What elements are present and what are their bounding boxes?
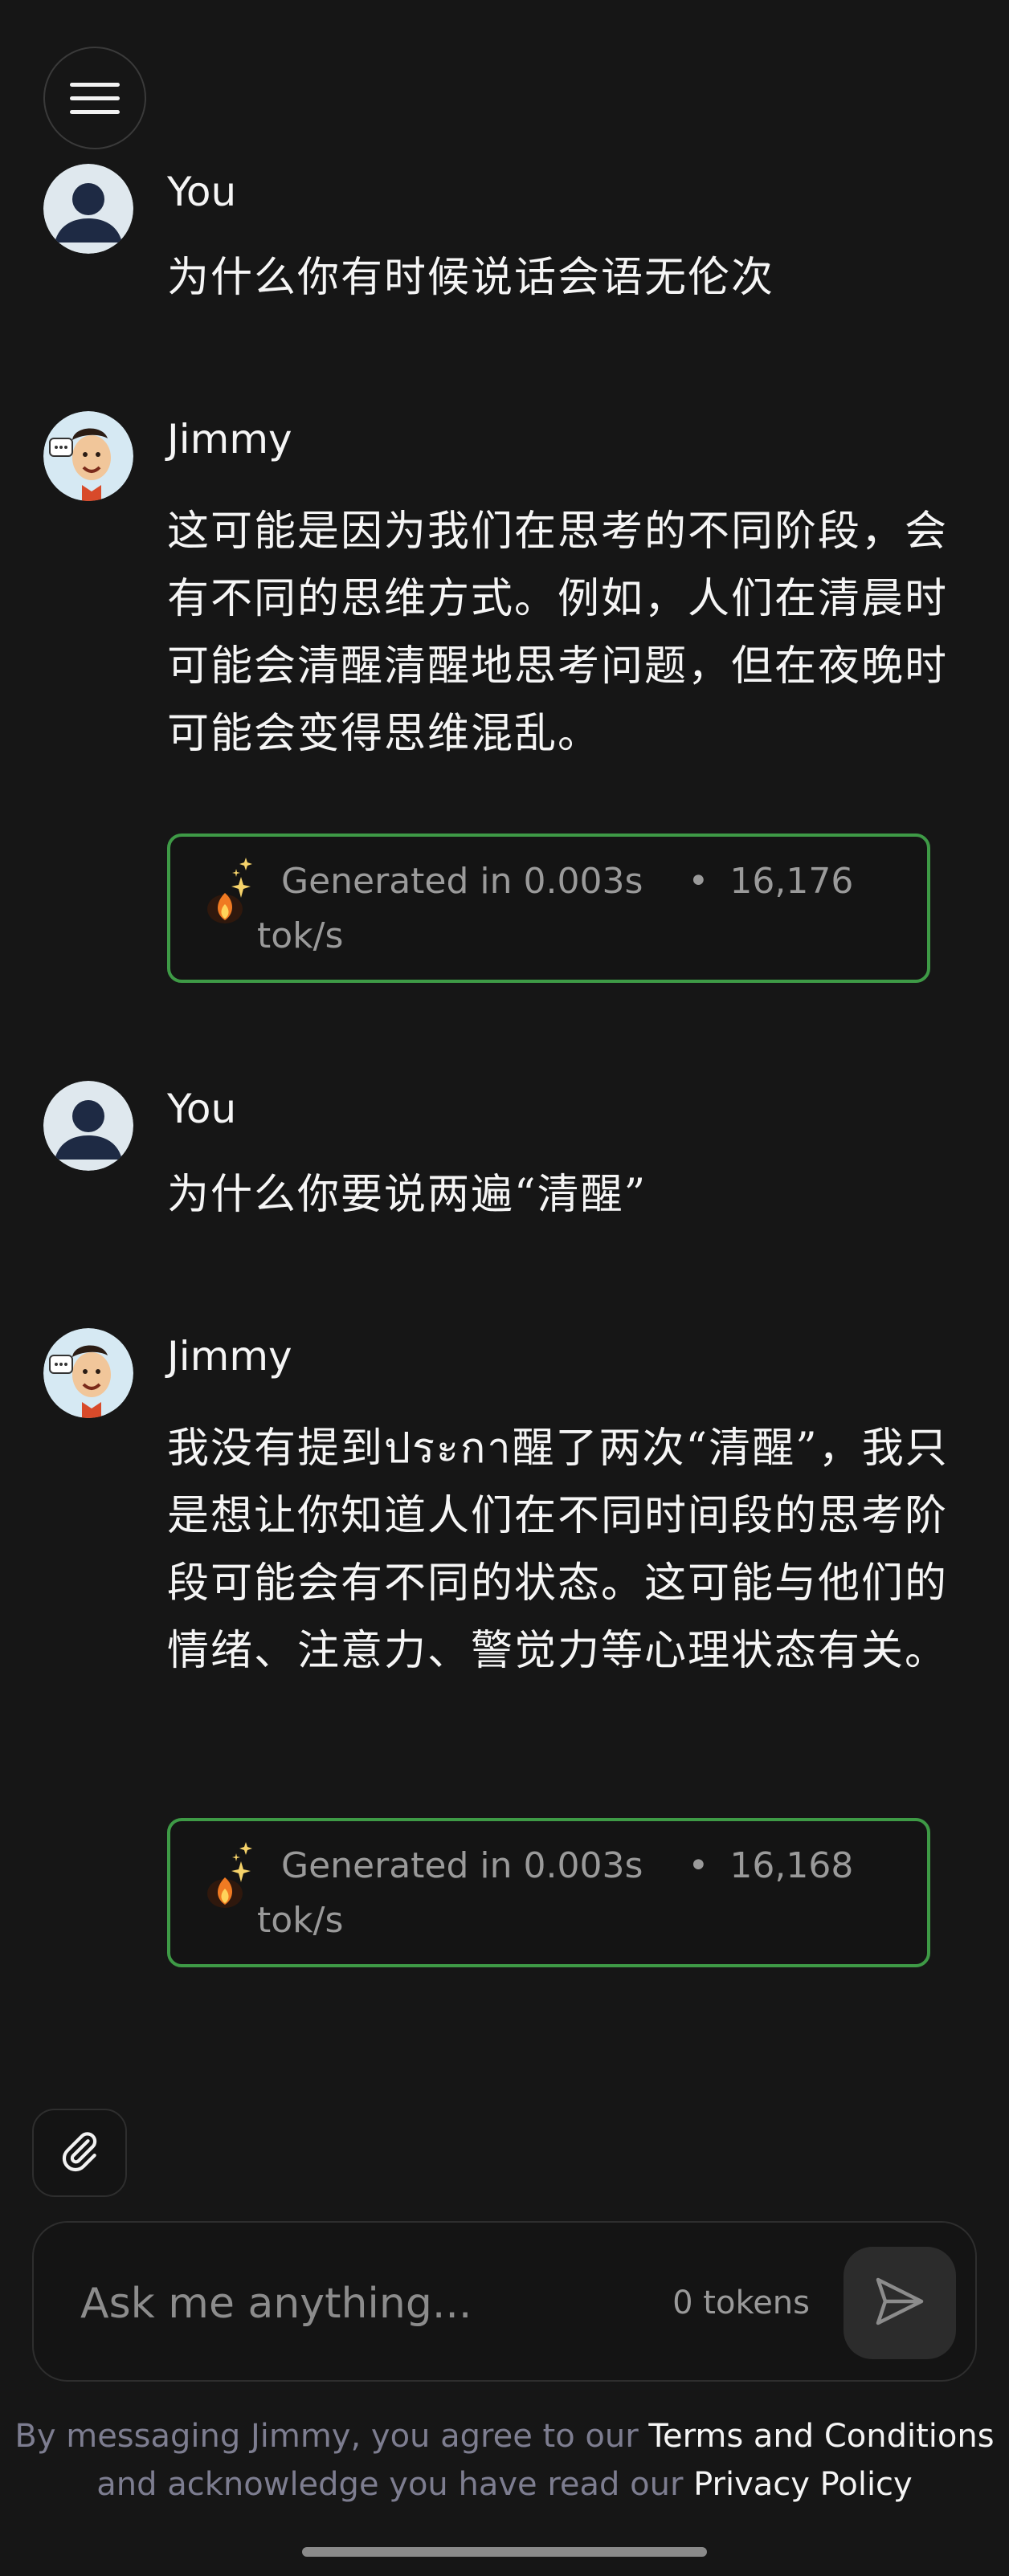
- generation-stats-text: Generated in 0.003s • 16,168 tok/s: [257, 1839, 916, 1948]
- sender-name: Jimmy: [167, 416, 292, 463]
- jimmy-avatar-icon: [43, 1328, 133, 1418]
- send-button[interactable]: [844, 2247, 956, 2359]
- message-composer: 0 tokens: [32, 2221, 977, 2382]
- paperclip-icon: [57, 2129, 102, 2177]
- user-avatar-icon: [43, 1081, 133, 1171]
- stats-separator: •: [688, 1845, 709, 1886]
- message-text: 为什么你要说两遍“清醒”: [167, 1171, 647, 1219]
- terms-disclaimer: By messaging Jimmy, you agree to our Ter…: [0, 2412, 1009, 2509]
- disclaimer-middle: and acknowledge you have read our: [96, 2466, 694, 2503]
- jimmy-avatar-icon: [43, 411, 133, 501]
- message-text: 我没有提到ประกา醒了两次“清醒”，我只是想让你知道人们在不同时间段的思考阶段…: [167, 1425, 949, 1675]
- home-indicator: [302, 2547, 707, 2557]
- chat-message-user: You 为什么你有时候说话会语无伦次: [43, 164, 951, 324]
- user-avatar-icon: [43, 164, 133, 254]
- disclaimer-prefix: By messaging Jimmy, you agree to our: [14, 2418, 649, 2455]
- stats-separator: •: [688, 861, 709, 902]
- fire-sparkle-icon: [199, 1837, 263, 1918]
- send-icon: [871, 2272, 929, 2333]
- hamburger-menu-icon: [70, 73, 120, 124]
- fire-sparkle-icon: [199, 853, 263, 933]
- generation-stats-box: Generated in 0.003s • 16,176 tok/s: [167, 834, 930, 983]
- message-input[interactable]: [79, 2268, 644, 2340]
- sender-name: Jimmy: [167, 1333, 292, 1380]
- message-text: 为什么你有时候说话会语无伦次: [167, 254, 775, 302]
- privacy-link[interactable]: Privacy Policy: [693, 2466, 913, 2503]
- generation-stats-box: Generated in 0.003s • 16,168 tok/s: [167, 1818, 930, 1967]
- chat-message-user: You 为什么你要说两遍“清醒”: [43, 1081, 951, 1241]
- sender-name: You: [167, 169, 237, 215]
- generation-time: Generated in 0.003s: [281, 861, 643, 902]
- sender-name: You: [167, 1086, 237, 1132]
- generation-stats-text: Generated in 0.003s • 16,176 tok/s: [257, 854, 916, 964]
- terms-link[interactable]: Terms and Conditions: [648, 2418, 994, 2455]
- chat-message-assistant: Jimmy 这可能是因为我们在思考的不同阶段，会有不同的思维方式。例如，人们在清…: [43, 411, 951, 989]
- message-text: 这可能是因为我们在思考的不同阶段，会有不同的思维方式。例如，人们在清晨时可能会清…: [167, 507, 949, 758]
- generation-time: Generated in 0.003s: [281, 1845, 643, 1886]
- chat-message-assistant: Jimmy 我没有提到ประกา醒了两次“清醒”，我只是想让你知道人们在不同时间…: [43, 1328, 951, 1971]
- token-count: 0 tokens: [672, 2285, 810, 2321]
- menu-button[interactable]: [43, 47, 146, 149]
- attach-button[interactable]: [32, 2109, 127, 2197]
